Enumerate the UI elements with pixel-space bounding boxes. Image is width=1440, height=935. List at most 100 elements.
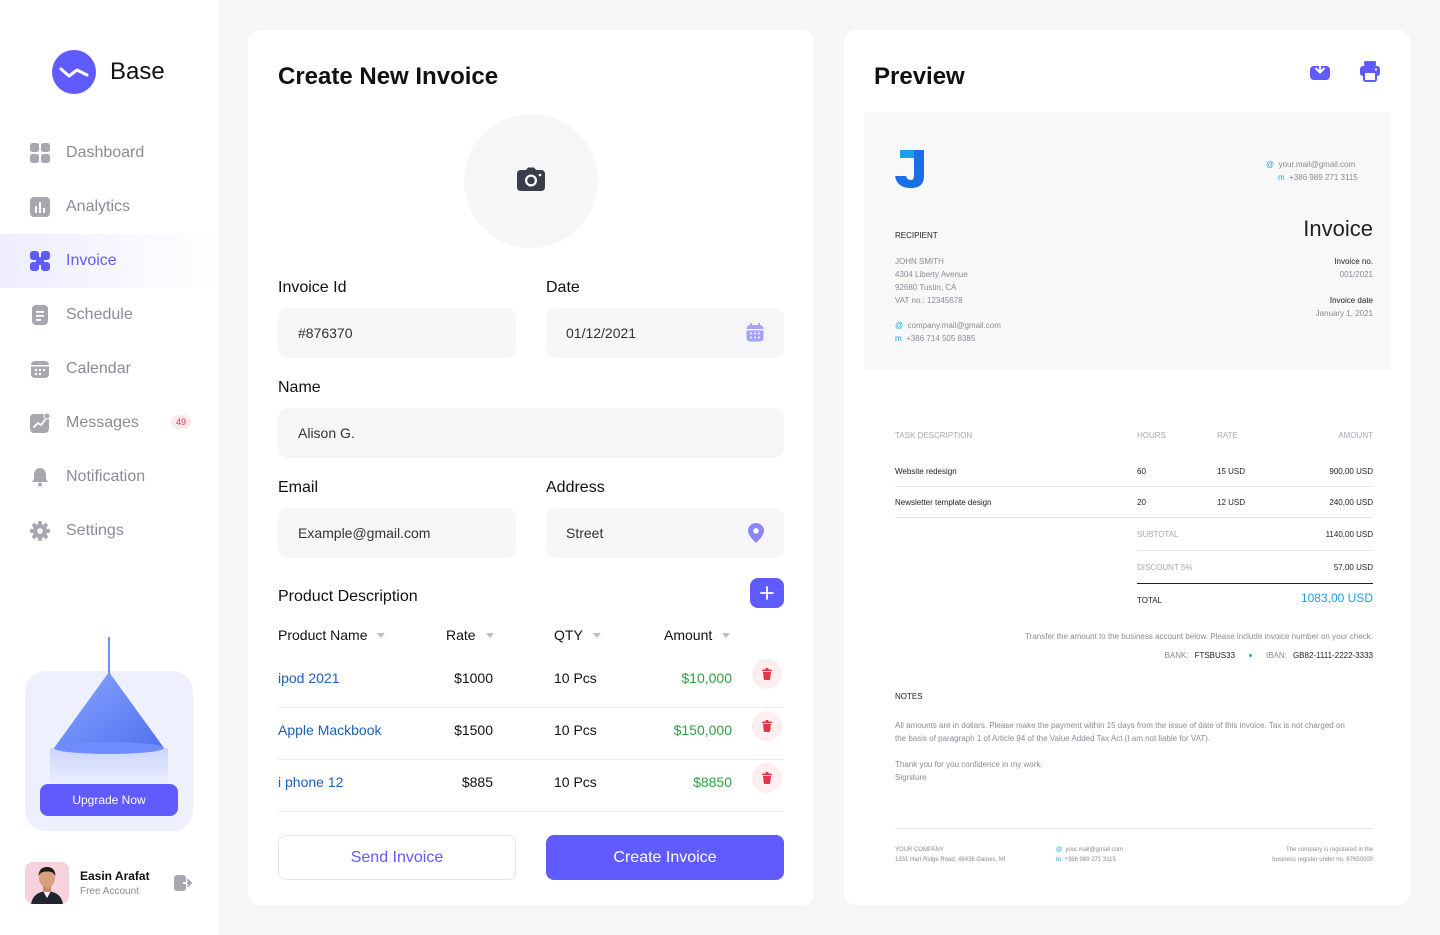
avatar [25,862,69,904]
column-header-amount[interactable]: Amount [664,627,731,643]
sidebar-item-notification[interactable]: Notification [0,450,218,504]
upgrade-now-button[interactable]: Upgrade Now [40,784,178,816]
delete-product-button[interactable] [752,711,782,741]
email-placeholder: Example@gmail.com [298,525,431,541]
phone-prefix: m [895,334,902,343]
sidebar-item-dashboard[interactable]: Dashboard [0,126,218,180]
name-field[interactable]: Alison G. [278,408,784,458]
footer-registration-2: business register under no. 87650000 [1272,857,1373,863]
brand[interactable]: Base [52,50,165,94]
create-invoice-button[interactable]: Create Invoice [546,835,784,880]
table-row: i phone 12 $885 10 Pcs $8850 [278,760,784,812]
preview-title: Preview [874,63,965,90]
invoice-no-label: Invoice no. [1334,257,1373,266]
subtotal-label: SUBTOTAL [1137,530,1179,539]
dashboard-icon [30,143,50,163]
phone-value: +386 989 271 3115 [1289,173,1358,182]
footer-registration-1: The company is registered in the [1285,847,1373,853]
delete-product-button[interactable] [752,659,782,689]
product-rate: $1500 [454,722,493,738]
table-row: ipod 2021 $1000 10 Pcs $10,000 [278,656,784,708]
notes-label: NOTES [895,692,923,701]
logo-upload[interactable] [464,114,598,248]
column-header-qty[interactable]: QTY [554,627,601,643]
download-icon[interactable] [1309,60,1331,87]
product-qty: 10 Pcs [554,722,597,738]
bank-label: BANK: [1164,651,1189,660]
sidebar-item-invoice[interactable]: Invoice [0,234,218,288]
calendar-icon [30,359,50,379]
divider [1137,583,1373,584]
phone-prefix: m [1278,173,1285,182]
invoice-icon [30,251,50,271]
task-header-amount: AMOUNT [1338,431,1373,440]
invoice-id-value: #876370 [298,325,353,341]
column-label: Product Name [278,627,368,643]
messages-icon [30,413,50,433]
bank-value: FTSBUS33 [1194,651,1236,660]
invoice-no: 001/2021 [1339,270,1373,279]
sidebar-item-messages[interactable]: Messages 49 [0,396,218,450]
product-name[interactable]: ipod 2021 [278,670,340,686]
task-description: Newsletter template design [895,498,992,507]
sidebar-item-label: Settings [66,522,124,539]
divider [1137,550,1373,551]
address-label: Address [546,479,605,496]
discount-label: DISCOUNT 5% [1137,563,1193,572]
date-label: Date [546,279,580,296]
separator-dot [1249,654,1253,657]
create-invoice-card: Create New Invoice Invoice Id #876370 Da… [248,30,814,905]
address-field[interactable]: Street [546,508,784,558]
email-value: your.mail@gmail.com [1278,160,1356,169]
trash-icon [762,772,772,784]
task-hours: 60 [1137,467,1146,476]
camera-icon [517,167,545,196]
date-field[interactable]: 01/12/2021 [546,308,784,358]
date-value: 01/12/2021 [566,325,637,341]
sort-down-icon [722,632,731,638]
sort-down-icon [377,632,386,638]
send-invoice-button[interactable]: Send Invoice [278,835,516,880]
location-pin-icon[interactable] [748,523,764,546]
total-value: 1083,00 USD [1300,591,1373,605]
sidebar-item-settings[interactable]: Settings [0,504,218,558]
sidebar-item-label: Schedule [66,306,133,323]
gear-icon [30,521,50,541]
page-title: Create New Invoice [278,63,499,90]
sort-down-icon [485,632,494,638]
product-qty: 10 Pcs [554,774,597,790]
product-name[interactable]: i phone 12 [278,774,343,790]
subtotal-value: 1140,00 USD [1325,530,1373,539]
user-name: Easin Arafat [80,869,150,883]
task-rate: 12 USD [1217,498,1246,507]
email-field[interactable]: Example@gmail.com [278,508,516,558]
product-name[interactable]: Apple Mackbook [278,722,382,738]
transfer-note: Transfer the amount to the business acco… [1025,632,1373,641]
recipient-vat: VAT no.: 12345678 [895,296,963,305]
column-header-product-name[interactable]: Product Name [278,627,386,643]
sidebar-item-analytics[interactable]: Analytics [0,180,218,234]
phone-value: +386 714 505 8385 [906,334,976,343]
add-product-button[interactable] [750,578,784,608]
product-rate: $885 [461,774,493,790]
column-label: QTY [554,627,583,643]
user-profile[interactable]: Easin Arafat Free Account [25,862,150,904]
task-description: Website redesign [895,467,957,476]
contact-email: @ your.mail@gmail.com [1266,158,1355,171]
name-label: Name [278,379,321,396]
recipient-street: 4304 Liberty Avenue [895,270,968,279]
email-value: your.mail@gmail.com [1065,847,1123,853]
delete-product-button[interactable] [752,763,782,793]
logout-icon[interactable] [173,873,193,898]
contact-phone: m +386 989 271 3115 [1278,171,1358,184]
column-header-rate[interactable]: Rate [446,627,494,643]
sidebar-item-calendar[interactable]: Calendar [0,342,218,396]
calendar-icon[interactable] [746,323,764,345]
trash-icon [762,720,772,732]
email-label: Email [278,479,319,496]
table-row: Apple Mackbook $1500 10 Pcs $150,000 [278,708,784,760]
invoice-id-field[interactable]: #876370 [278,308,516,358]
footer-company: YOUR COMPANY [895,847,944,853]
sidebar-item-schedule[interactable]: Schedule [0,288,218,342]
print-icon[interactable] [1359,60,1381,87]
